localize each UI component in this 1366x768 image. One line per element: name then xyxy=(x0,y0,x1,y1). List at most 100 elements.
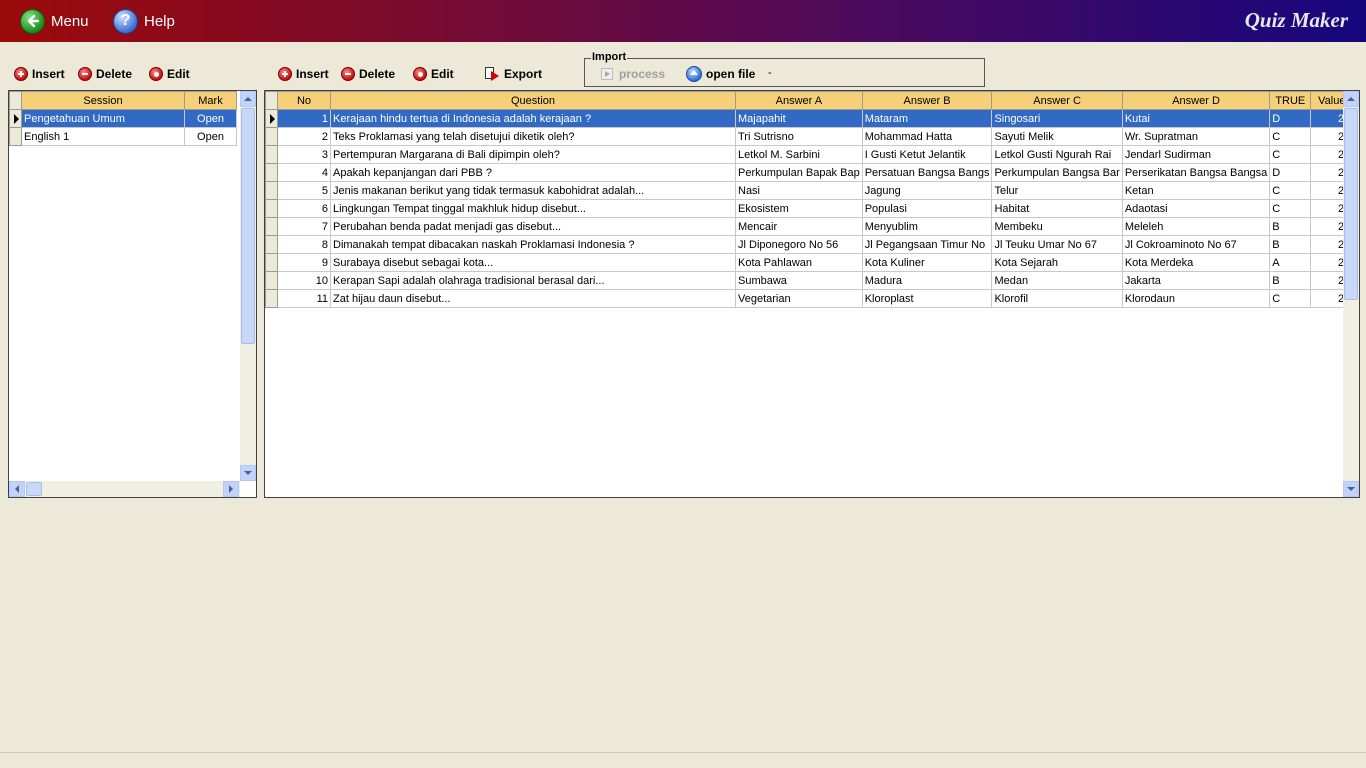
question-cell[interactable]: Jenis makanan berikut yang tidak termasu… xyxy=(330,181,736,200)
answer-d-cell[interactable]: Wr. Supratman xyxy=(1121,127,1271,146)
true-cell[interactable]: C xyxy=(1269,145,1312,164)
session-cell[interactable]: English 1 xyxy=(21,127,185,146)
answer-d-cell[interactable]: Klorodaun xyxy=(1121,289,1271,308)
no-cell[interactable]: 5 xyxy=(277,181,331,200)
true-cell[interactable]: D xyxy=(1269,109,1312,128)
row-indicator[interactable] xyxy=(265,199,278,218)
true-cell[interactable]: B xyxy=(1269,217,1312,236)
no-cell[interactable]: 11 xyxy=(277,289,331,308)
no-cell[interactable]: 10 xyxy=(277,271,331,290)
column-header-question[interactable]: Question xyxy=(330,91,736,110)
answer-b-cell[interactable]: Menyublim xyxy=(861,217,993,236)
answer-a-cell[interactable]: Ekosistem xyxy=(735,199,863,218)
no-cell[interactable]: 7 xyxy=(277,217,331,236)
answer-a-cell[interactable]: Nasi xyxy=(735,181,863,200)
answer-b-cell[interactable]: Mataram xyxy=(861,109,993,128)
scroll-thumb[interactable] xyxy=(241,108,255,344)
question-cell[interactable]: Apakah kepanjangan dari PBB ? xyxy=(330,163,736,182)
true-cell[interactable]: B xyxy=(1269,271,1312,290)
true-cell[interactable]: B xyxy=(1269,235,1312,254)
question-delete-button[interactable]: Delete xyxy=(341,66,395,82)
question-cell[interactable]: Kerapan Sapi adalah olahraga tradisional… xyxy=(330,271,736,290)
session-cell[interactable]: Pengetahuan Umum xyxy=(21,109,185,128)
no-cell[interactable]: 9 xyxy=(277,253,331,272)
answer-c-cell[interactable]: Habitat xyxy=(991,199,1123,218)
mark-cell[interactable]: Open xyxy=(184,127,237,146)
table-row[interactable]: 1 Kerajaan hindu tertua di Indonesia adal… xyxy=(265,109,1354,128)
table-row[interactable]: 8 Dimanakah tempat dibacakan naskah Prokl… xyxy=(265,235,1354,254)
row-indicator[interactable] xyxy=(265,163,278,182)
help-button[interactable]: ? Help xyxy=(113,8,175,34)
question-cell[interactable]: Perubahan benda padat menjadi gas disebu… xyxy=(330,217,736,236)
scroll-down-button[interactable] xyxy=(240,465,256,481)
session-horizontal-scrollbar[interactable] xyxy=(9,481,240,497)
answer-c-cell[interactable]: Medan xyxy=(991,271,1123,290)
answer-c-cell[interactable]: Letkol Gusti Ngurah Rai xyxy=(991,145,1123,164)
answer-b-cell[interactable]: Mohammad Hatta xyxy=(861,127,993,146)
table-row[interactable]: Pengetahuan Umum Open xyxy=(9,109,237,128)
answer-d-cell[interactable]: Kutai xyxy=(1121,109,1271,128)
column-header-answer-c[interactable]: Answer C xyxy=(991,91,1123,110)
no-cell[interactable]: 1 xyxy=(277,109,331,128)
answer-d-cell[interactable]: Ketan xyxy=(1121,181,1271,200)
session-insert-button[interactable]: Insert xyxy=(14,66,65,82)
question-vertical-scrollbar[interactable] xyxy=(1343,91,1359,497)
row-indicator[interactable] xyxy=(265,289,278,308)
answer-a-cell[interactable]: Majapahit xyxy=(735,109,863,128)
question-grid[interactable]: No Question Answer A Answer B Answer C A… xyxy=(264,90,1360,498)
no-cell[interactable]: 4 xyxy=(277,163,331,182)
row-indicator[interactable] xyxy=(265,145,278,164)
session-vertical-scrollbar[interactable] xyxy=(240,91,256,481)
table-row[interactable]: 9 Surabaya disebut sebagai kota... Kota Pa… xyxy=(265,253,1354,272)
row-indicator[interactable] xyxy=(265,235,278,254)
session-delete-button[interactable]: Delete xyxy=(78,66,132,82)
answer-b-cell[interactable]: Populasi xyxy=(861,199,993,218)
answer-a-cell[interactable]: Vegetarian xyxy=(735,289,863,308)
answer-c-cell[interactable]: Jl Teuku Umar No 67 xyxy=(991,235,1123,254)
no-cell[interactable]: 3 xyxy=(277,145,331,164)
question-insert-button[interactable]: Insert xyxy=(278,66,329,82)
column-header-true[interactable]: TRUE xyxy=(1269,91,1312,110)
row-indicator[interactable] xyxy=(265,253,278,272)
column-header-no[interactable]: No xyxy=(277,91,331,110)
table-row[interactable]: 4 Apakah kepanjangan dari PBB ? Perkumpula… xyxy=(265,163,1354,182)
answer-d-cell[interactable]: Jakarta xyxy=(1121,271,1271,290)
row-indicator[interactable] xyxy=(265,127,278,146)
answer-d-cell[interactable]: Adaotasi xyxy=(1121,199,1271,218)
session-grid[interactable]: Session Mark Pengetahuan Umum Open English… xyxy=(8,90,257,498)
table-row[interactable]: English 1 Open xyxy=(9,127,237,146)
question-cell[interactable]: Zat hijau daun disebut... xyxy=(330,289,736,308)
answer-a-cell[interactable]: Sumbawa xyxy=(735,271,863,290)
question-edit-button[interactable]: Edit xyxy=(413,66,454,82)
answer-d-cell[interactable]: Kota Merdeka xyxy=(1121,253,1271,272)
no-cell[interactable]: 2 xyxy=(277,127,331,146)
answer-b-cell[interactable]: Madura xyxy=(861,271,993,290)
true-cell[interactable]: D xyxy=(1269,163,1312,182)
question-cell[interactable]: Surabaya disebut sebagai kota... xyxy=(330,253,736,272)
scroll-down-button[interactable] xyxy=(1343,481,1359,497)
scroll-left-button[interactable] xyxy=(9,481,25,497)
true-cell[interactable]: C xyxy=(1269,127,1312,146)
scroll-up-button[interactable] xyxy=(240,91,256,107)
answer-d-cell[interactable]: Perserikatan Bangsa Bangsa xyxy=(1121,163,1271,182)
answer-a-cell[interactable]: Kota Pahlawan xyxy=(735,253,863,272)
column-header-answer-a[interactable]: Answer A xyxy=(735,91,863,110)
table-row[interactable]: 6 Lingkungan Tempat tinggal makhluk hidu… xyxy=(265,199,1354,218)
answer-b-cell[interactable]: Jagung xyxy=(861,181,993,200)
answer-d-cell[interactable]: Jl Cokroaminoto No 67 xyxy=(1121,235,1271,254)
table-row[interactable]: 2 Teks Proklamasi yang telah disetujui di… xyxy=(265,127,1354,146)
answer-c-cell[interactable]: Sayuti Melik xyxy=(991,127,1123,146)
answer-c-cell[interactable]: Telur xyxy=(991,181,1123,200)
answer-d-cell[interactable]: Jendarl Sudirman xyxy=(1121,145,1271,164)
column-header-answer-b[interactable]: Answer B xyxy=(861,91,993,110)
answer-b-cell[interactable]: I Gusti Ketut Jelantik xyxy=(861,145,993,164)
answer-b-cell[interactable]: Kloroplast xyxy=(861,289,993,308)
row-indicator[interactable] xyxy=(9,109,22,128)
table-row[interactable]: 11 Zat hijau daun disebut... Vegetarian Klo… xyxy=(265,289,1354,308)
column-header-mark[interactable]: Mark xyxy=(184,91,237,110)
session-edit-button[interactable]: Edit xyxy=(149,66,190,82)
answer-c-cell[interactable]: Klorofil xyxy=(991,289,1123,308)
row-indicator[interactable] xyxy=(265,109,278,128)
process-button[interactable]: process xyxy=(601,67,665,81)
row-indicator[interactable] xyxy=(265,271,278,290)
